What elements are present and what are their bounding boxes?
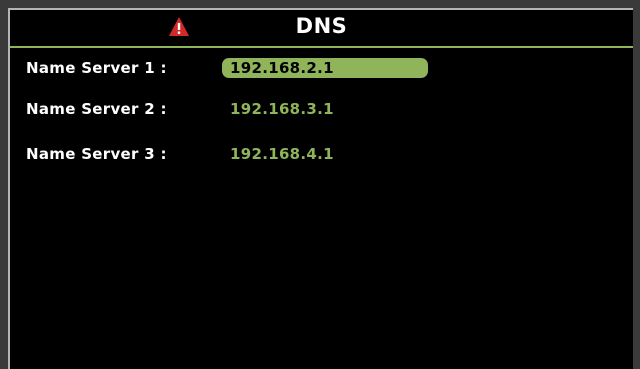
page-title: DNS	[295, 14, 348, 38]
header-bar: DNS	[10, 10, 633, 48]
name-server-1-row[interactable]: Name Server 1 : 192.168.2.1	[26, 55, 428, 81]
name-server-1-label: Name Server 1 :	[26, 59, 167, 77]
name-server-2-field[interactable]: 192.168.3.1	[222, 98, 342, 120]
name-server-3-label: Name Server 3 :	[26, 145, 167, 163]
dns-settings-screen: DNS Name Server 1 : 192.168.2.1 Name Ser…	[8, 8, 633, 369]
name-server-3-row[interactable]: Name Server 3 : 192.168.4.1	[26, 141, 342, 167]
name-server-3-field[interactable]: 192.168.4.1	[222, 143, 342, 165]
name-server-2-label: Name Server 2 :	[26, 100, 167, 118]
name-server-1-field[interactable]: 192.168.2.1	[222, 58, 428, 78]
name-server-2-row[interactable]: Name Server 2 : 192.168.3.1	[26, 96, 342, 122]
